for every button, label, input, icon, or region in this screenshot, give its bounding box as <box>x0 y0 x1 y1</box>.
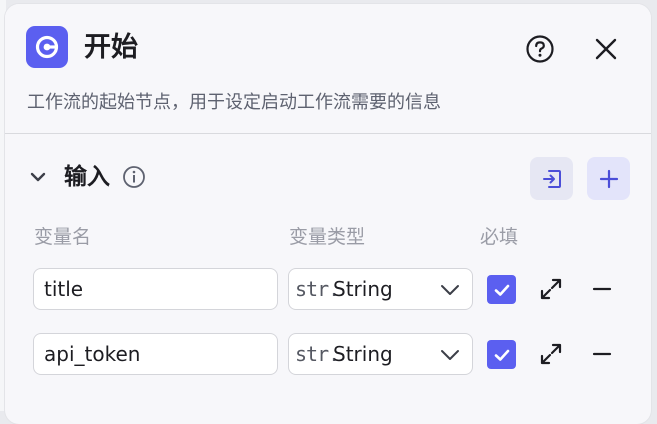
check-icon <box>494 284 509 296</box>
minus-icon <box>592 352 612 356</box>
plus-icon <box>599 169 618 188</box>
input-section-title: 输入 <box>64 164 110 190</box>
variable-row: str. String <box>5 268 651 314</box>
type-label: String <box>333 342 393 366</box>
variable-type-select[interactable]: str. String <box>288 333 473 375</box>
expand-button[interactable] <box>538 276 564 302</box>
minus-icon <box>592 287 612 291</box>
type-label: String <box>333 277 393 301</box>
remove-variable-button[interactable] <box>589 341 615 367</box>
expand-icon <box>540 278 562 300</box>
chevron-down-icon <box>30 172 46 182</box>
node-description: 工作流的起始节点，用于设定启动工作流需要的信息 <box>27 92 441 113</box>
check-icon <box>494 349 509 361</box>
variable-type-select[interactable]: str. String <box>288 268 473 310</box>
required-checkbox[interactable] <box>487 275 516 304</box>
chevron-down-icon <box>441 285 459 295</box>
variable-row: str. String <box>5 333 651 379</box>
column-header-type: 变量类型 <box>289 226 366 248</box>
import-icon <box>542 169 561 188</box>
add-variable-button[interactable] <box>587 157 630 200</box>
variable-name-input[interactable] <box>33 333 278 375</box>
close-button[interactable] <box>591 34 621 64</box>
remove-variable-button[interactable] <box>589 276 615 302</box>
expand-icon <box>540 343 562 365</box>
expand-button[interactable] <box>538 341 564 367</box>
column-header-required: 必填 <box>480 226 519 248</box>
variable-name-input[interactable] <box>33 268 278 310</box>
import-variables-button[interactable] <box>530 157 573 200</box>
column-header-name: 变量名 <box>34 226 92 248</box>
start-node-panel: 开始 工作流的起始节点，用于设定启动工作流需要的信息 输入 变量名 变量类型 必… <box>5 4 651 424</box>
required-checkbox[interactable] <box>487 340 516 369</box>
header-divider <box>5 133 651 134</box>
info-icon[interactable] <box>122 165 146 189</box>
help-button[interactable] <box>525 34 555 64</box>
help-circle-icon <box>526 35 554 63</box>
chevron-down-icon <box>441 350 459 360</box>
node-title: 开始 <box>84 32 138 63</box>
start-node-icon <box>26 26 68 68</box>
close-icon <box>595 38 617 60</box>
collapse-toggle[interactable] <box>27 166 49 188</box>
panel-header: 开始 工作流的起始节点，用于设定启动工作流需要的信息 <box>5 4 651 134</box>
